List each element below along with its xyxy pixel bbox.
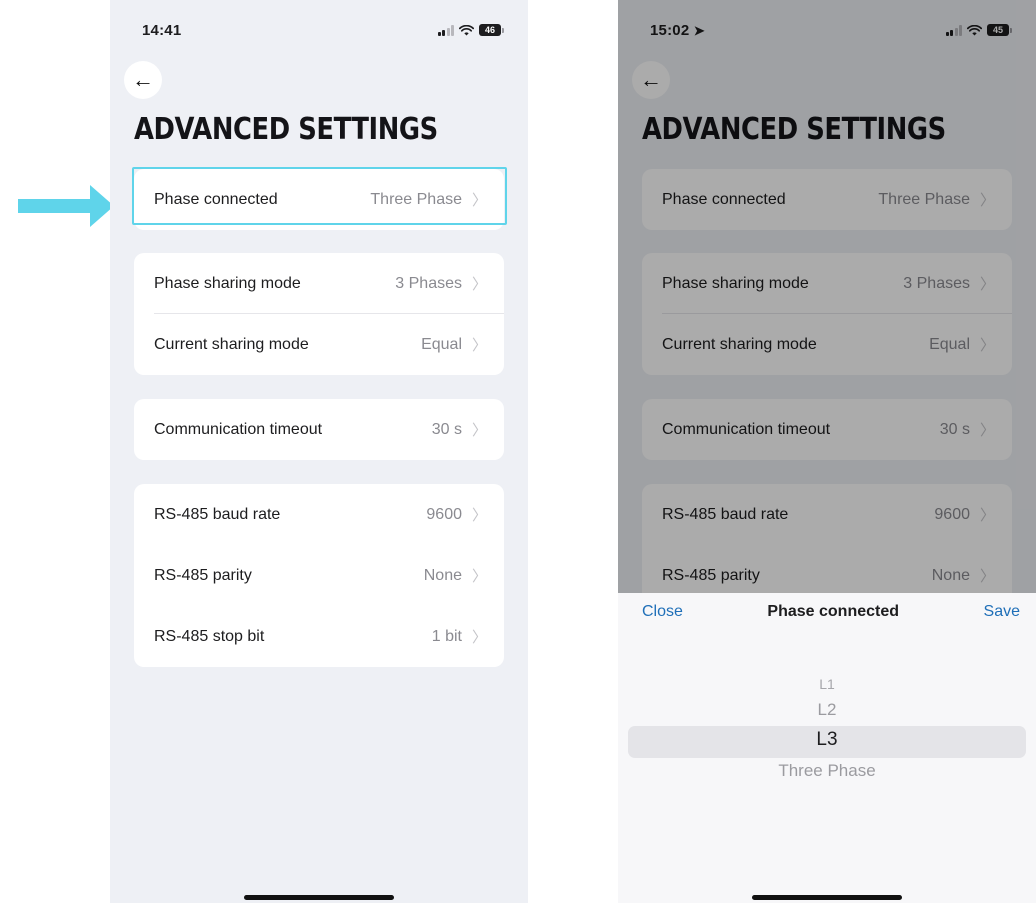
settings-card-rs485: RS-485 baud rate 9600 〉 RS-485 parity No… [134, 484, 504, 667]
setting-row-communication-timeout[interactable]: Communication timeout 30 s 〉 [134, 399, 504, 460]
settings-card-sharing: Phase sharing mode 3 Phases 〉 Current sh… [134, 253, 504, 375]
chevron-right-icon: 〉 [472, 422, 488, 439]
page-title: ADVANCED SETTINGS [134, 112, 438, 147]
chevron-right-icon: 〉 [472, 568, 488, 585]
setting-value: 30 s [431, 420, 462, 438]
phone-screen-settings: 14:41 46 ← ADVANCED SETTINGS Phase conne… [110, 0, 528, 903]
picker-sheet: Close Phase connected Save L1 L2 L3 Thre… [618, 593, 1036, 903]
picker-option-l3-selected[interactable]: L3 [618, 729, 1036, 751]
home-indicator [752, 895, 902, 900]
settings-card-communication: Communication timeout 30 s 〉 [134, 399, 504, 460]
wifi-icon [459, 24, 474, 35]
sheet-header: Close Phase connected Save [618, 593, 1036, 631]
sheet-title: Phase connected [767, 603, 900, 620]
cellular-signal-icon [437, 24, 454, 36]
setting-row-phase-sharing-mode[interactable]: Phase sharing mode 3 Phases 〉 [134, 253, 504, 314]
status-time: 14:41 [142, 21, 182, 39]
picker-option-three-phase[interactable]: Three Phase [618, 761, 1036, 781]
modal-dim-overlay[interactable] [618, 0, 1036, 593]
back-button[interactable]: ← [124, 61, 162, 99]
setting-value: 1 bit [431, 627, 462, 645]
battery-icon: 46 [479, 24, 504, 36]
setting-label: Current sharing mode [154, 335, 309, 353]
chevron-right-icon: 〉 [472, 507, 488, 524]
picker-option-l1[interactable]: L1 [618, 676, 1036, 692]
status-bar: 14:41 46 [142, 20, 504, 40]
setting-label: Communication timeout [154, 420, 323, 438]
setting-row-phase-connected[interactable]: Phase connected Three Phase 〉 [134, 169, 504, 230]
setting-label: Phase connected [154, 190, 278, 208]
arrow-left-icon: ← [132, 67, 154, 92]
setting-value: 3 Phases [395, 274, 462, 292]
setting-row-rs485-parity[interactable]: RS-485 parity None 〉 [134, 545, 504, 606]
annotation-arrow-icon [18, 185, 114, 227]
chevron-right-icon: 〉 [472, 337, 488, 354]
setting-row-rs485-baud-rate[interactable]: RS-485 baud rate 9600 〉 [134, 484, 504, 545]
setting-label: Phase sharing mode [154, 274, 301, 292]
setting-value: 9600 [426, 505, 462, 523]
setting-label: RS-485 stop bit [154, 627, 265, 645]
close-button[interactable]: Close [642, 603, 683, 621]
picker-option-l2[interactable]: L2 [618, 700, 1036, 720]
setting-value: None [423, 566, 462, 584]
chevron-right-icon: 〉 [472, 276, 488, 293]
phone-screen-picker: 15:02 ➤ 45 ← ADVANCED SETTINGS Phase con… [618, 0, 1036, 903]
status-icons: 46 [437, 24, 504, 36]
setting-value: Three Phase [370, 190, 462, 208]
setting-label: RS-485 baud rate [154, 505, 281, 523]
settings-card-phase: Phase connected Three Phase 〉 [134, 169, 504, 230]
save-button[interactable]: Save [984, 603, 1020, 621]
setting-label: RS-485 parity [154, 566, 252, 584]
setting-row-current-sharing-mode[interactable]: Current sharing mode Equal 〉 [134, 314, 504, 375]
setting-value: Equal [421, 335, 462, 353]
home-indicator [244, 895, 394, 900]
battery-level: 46 [479, 24, 501, 36]
chevron-right-icon: 〉 [472, 629, 488, 646]
chevron-right-icon: 〉 [472, 192, 488, 209]
setting-row-rs485-stop-bit[interactable]: RS-485 stop bit 1 bit 〉 [134, 606, 504, 667]
